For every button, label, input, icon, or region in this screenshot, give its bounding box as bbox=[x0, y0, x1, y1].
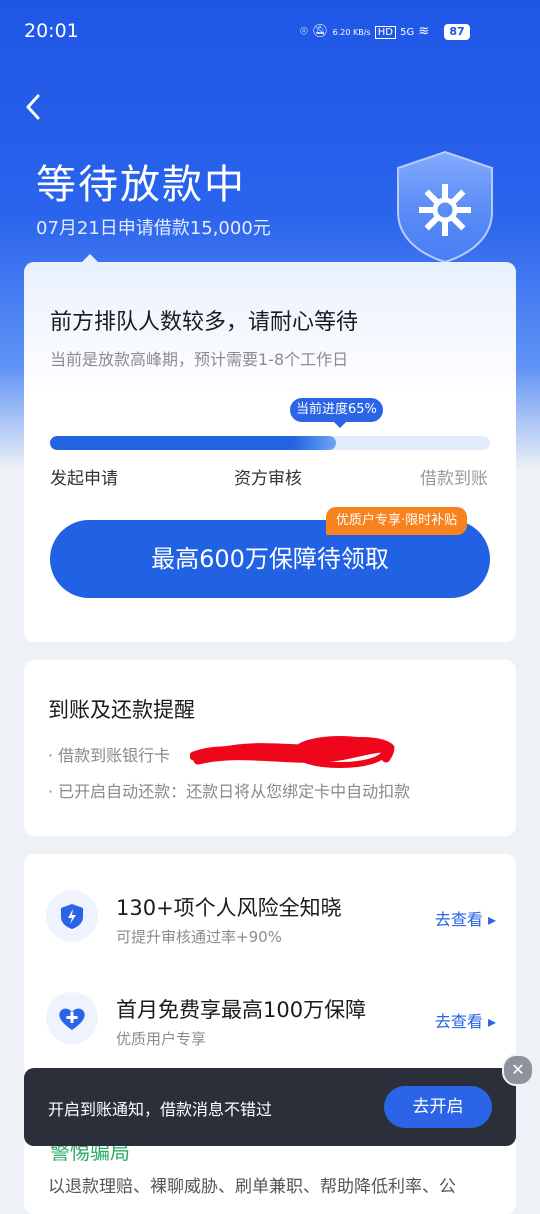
mute-icon: 🔕︎ bbox=[311, 24, 329, 39]
fraud-warning-text: 以退款理赔、裸聊威胁、刷单兼职、帮助降低利率、公 bbox=[48, 1177, 456, 1197]
bank-card-reminder: · 借款到账银行卡 bbox=[48, 746, 171, 765]
wifi-icon: ≋ bbox=[418, 24, 430, 39]
reminder-title: 到账及还款提醒 bbox=[48, 698, 195, 722]
close-icon[interactable]: ✕ bbox=[502, 1054, 534, 1086]
loan-summary: 07月21日申请借款15,000元 bbox=[36, 218, 271, 239]
queue-subline: 当前是放款高峰期，预计需要1-8个工作日 bbox=[50, 350, 349, 369]
heart-plus-icon bbox=[46, 992, 98, 1044]
progress-track bbox=[50, 436, 490, 450]
progress-fill bbox=[50, 436, 336, 450]
progress-card: 前方排队人数较多，请耐心等待 当前是放款高峰期，预计需要1-8个工作日 当前进度… bbox=[24, 254, 516, 642]
feature-insurance[interactable]: 首月免费享最高100万保障 优质用户专享 去查看 ▸ bbox=[46, 992, 496, 1052]
shield-bolt-icon bbox=[46, 890, 98, 942]
feature-subtitle: 可提升审核通过率+90% bbox=[116, 928, 282, 946]
queue-headline: 前方排队人数较多，请耐心等待 bbox=[50, 310, 359, 335]
shield-logo-icon bbox=[392, 150, 498, 264]
redacted-scribble bbox=[190, 736, 395, 768]
reminder-card: 到账及还款提醒 · 借款到账银行卡 · 已开启自动还款：还款日将从您绑定卡中自动… bbox=[24, 660, 516, 836]
view-link[interactable]: 去查看 ▸ bbox=[435, 906, 496, 930]
feature-title: 首月免费享最高100万保障 bbox=[116, 998, 367, 1022]
toast-message: 开启到账通知，借款消息不错过 bbox=[48, 1100, 273, 1119]
page-title: 等待放款中 bbox=[36, 162, 246, 208]
auto-repay-reminder: · 已开启自动还款：还款日将从您绑定卡中自动扣款 bbox=[48, 782, 411, 801]
view-link[interactable]: 去查看 ▸ bbox=[435, 1008, 496, 1032]
promo-badge: 优质户专享·限时补贴 bbox=[326, 507, 468, 535]
step-disbursed: 借款到账 bbox=[420, 469, 488, 489]
step-review: 资方审核 bbox=[234, 469, 302, 489]
status-icons: ⌾ 🔕︎ 6.20 KB/s HD 5G ≋ bbox=[300, 24, 429, 39]
hd-icon: HD bbox=[374, 26, 396, 39]
chevron-left-icon bbox=[26, 94, 40, 120]
status-time: 20:01 bbox=[24, 20, 79, 42]
step-submit: 发起申请 bbox=[50, 469, 118, 489]
notification-toast: 开启到账通知，借款消息不错过 去开启 bbox=[24, 1068, 516, 1146]
feature-title: 130+项个人风险全知晓 bbox=[116, 896, 342, 920]
status-bar: 20:01 ⌾ 🔕︎ 6.20 KB/s HD 5G ≋ 87 bbox=[0, 0, 540, 64]
battery-icon: 87 bbox=[444, 24, 470, 40]
enable-notification-button[interactable]: 去开启 bbox=[384, 1086, 492, 1128]
progress-tooltip: 当前进度65% bbox=[290, 398, 383, 428]
back-button[interactable] bbox=[24, 94, 44, 120]
feature-subtitle: 优质用户专享 bbox=[116, 1030, 207, 1048]
network-speed: 6.20 KB/s bbox=[332, 28, 371, 37]
feature-risk-report[interactable]: 130+项个人风险全知晓 可提升审核通过率+90% 去查看 ▸ bbox=[46, 890, 496, 950]
location-icon: ⌾ bbox=[300, 24, 308, 39]
signal-icon: 5G bbox=[400, 27, 415, 38]
